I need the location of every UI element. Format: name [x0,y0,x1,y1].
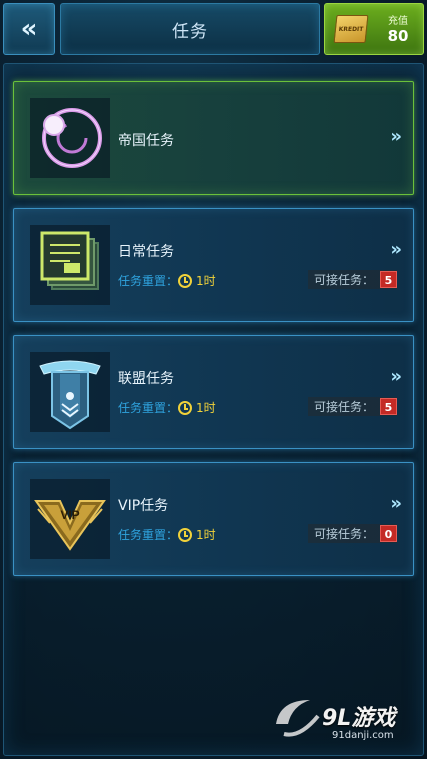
reset-time: 1时 [196,528,216,542]
available-missions: 可接任务： 0 [307,524,397,543]
available-label: 可接任务： [313,273,374,287]
recharge-button[interactable]: KREDIT 充值 80 [324,3,424,55]
empire-orbit-icon [30,98,110,178]
mission-card-vip[interactable]: VIP VIP任务 » 任务重置： 1时 可接任务： 0 [13,462,414,576]
watermark-logo-icon [276,700,320,737]
reset-timer: 任务重置： 1时 [118,526,216,543]
mission-title: 日常任务 [118,244,174,260]
reset-timer: 任务重置： 1时 [118,399,216,416]
available-label: 可接任务： [313,527,374,541]
available-label: 可接任务： [313,400,374,414]
clock-icon [178,400,193,415]
double-chevron-left-icon: « [20,14,38,44]
reset-time: 1时 [196,401,216,415]
daily-document-icon [30,225,110,305]
available-count-badge: 5 [380,398,397,415]
mission-card-empire[interactable]: 帝国任务 » [13,81,414,195]
clock-icon [178,273,193,288]
clock-icon [178,527,193,542]
alliance-banner-icon [30,352,110,432]
reset-label: 任务重置： [118,274,179,288]
mission-title: 帝国任务 [118,133,174,149]
double-chevron-right-icon[interactable]: » [390,366,401,387]
svg-text:VIP: VIP [60,508,79,522]
back-button[interactable]: « [3,3,55,55]
top-bar: « 任务 KREDIT 充值 80 [0,0,427,60]
vip-emblem-icon: VIP [30,479,110,559]
available-missions: 可接任务： 5 [307,270,397,289]
double-chevron-right-icon[interactable]: » [390,493,401,514]
available-count-badge: 5 [380,271,397,288]
double-chevron-right-icon[interactable]: » [390,126,401,147]
watermark-brand: 9L游戏 [322,706,396,731]
site-watermark: 9L游戏 91danji.com [270,690,420,750]
available-missions: 可接任务： 5 [307,397,397,416]
watermark-url: 91danji.com [332,730,394,741]
mission-title: 联盟任务 [118,371,174,387]
recharge-label: 充值 [388,16,408,27]
mission-title: VIP任务 [118,498,169,514]
mission-card-alliance[interactable]: 联盟任务 » 任务重置： 1时 可接任务： 5 [13,335,414,449]
double-chevron-right-icon[interactable]: » [390,239,401,260]
reset-timer: 任务重置： 1时 [118,272,216,289]
reset-label: 任务重置： [118,528,179,542]
reset-time: 1时 [196,274,216,288]
mission-card-daily[interactable]: 日常任务 » 任务重置： 1时 可接任务： 5 [13,208,414,322]
available-count-badge: 0 [380,525,397,542]
credit-card-icon: KREDIT [333,15,369,43]
reset-label: 任务重置： [118,401,179,415]
page-title: 任务 [60,3,320,55]
credit-balance: 80 [387,27,409,45]
